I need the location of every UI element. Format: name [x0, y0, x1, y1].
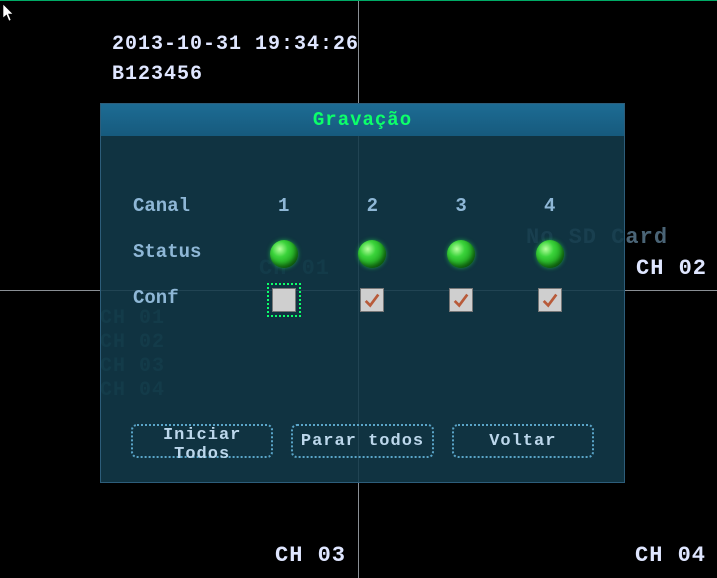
osd-device-id: B123456	[112, 63, 203, 86]
status-led-4	[536, 240, 564, 268]
conf-checkbox-4[interactable]	[538, 288, 562, 312]
channel-num-1: 1	[239, 195, 328, 217]
status-led-1	[270, 240, 298, 268]
osd-timestamp: 2013-10-31 19:34:26	[112, 33, 359, 56]
conf-checkbox-3[interactable]	[449, 288, 473, 312]
channel-num-2: 2	[328, 195, 417, 217]
status-label: Status	[133, 241, 239, 263]
quadrant-label-ch03: CH 03	[275, 543, 346, 568]
back-button[interactable]: Voltar	[452, 424, 594, 458]
status-row: Status	[133, 232, 594, 272]
channel-num-4: 4	[505, 195, 594, 217]
dialog-button-row: Iniciar Todos Parar todos Voltar	[131, 424, 594, 458]
status-led-3	[447, 240, 475, 268]
conf-checkbox-2[interactable]	[360, 288, 384, 312]
dialog-title: Gravação	[101, 104, 624, 136]
cursor-icon	[2, 3, 16, 23]
conf-row: Conf	[133, 278, 594, 318]
quadrant-label-ch02: CH 02	[636, 256, 707, 281]
channel-header-row: Canal 1 2 3 4	[133, 186, 594, 226]
channel-label: Canal	[133, 195, 239, 217]
conf-checkbox-1[interactable]	[272, 288, 296, 312]
conf-label: Conf	[133, 287, 239, 309]
status-led-2	[358, 240, 386, 268]
start-all-button[interactable]: Iniciar Todos	[131, 424, 273, 458]
recording-dialog: Gravação Canal 1 2 3 4 Status Conf Inici…	[100, 103, 625, 483]
stop-all-button[interactable]: Parar todos	[291, 424, 433, 458]
quadrant-label-ch04: CH 04	[635, 543, 706, 568]
channel-num-3: 3	[417, 195, 506, 217]
dialog-body: Canal 1 2 3 4 Status Conf	[101, 136, 624, 318]
